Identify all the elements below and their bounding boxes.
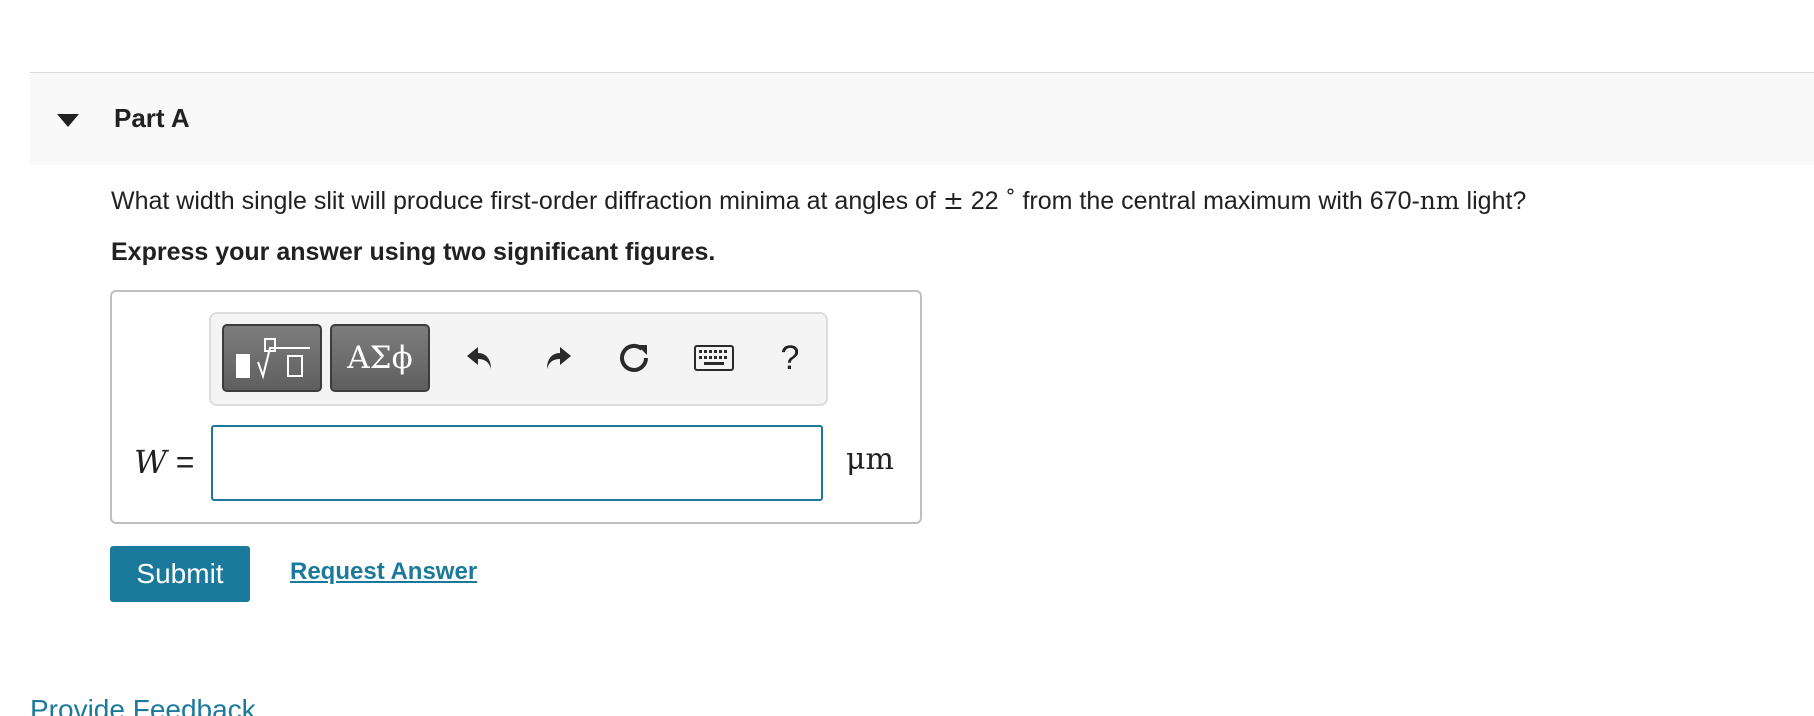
templates-icon: [236, 338, 310, 380]
equals-sign: =: [175, 444, 195, 480]
redo-icon: [547, 347, 571, 369]
question-text-before: What width single slit will produce firs…: [111, 187, 943, 215]
redo-button[interactable]: [533, 332, 583, 384]
plus-minus-symbol: ±: [942, 186, 964, 215]
collapse-caret-icon[interactable]: [57, 114, 79, 127]
reset-button[interactable]: [609, 332, 659, 384]
reset-icon: [620, 343, 648, 372]
question-text-middle: from the central maximum with 670-: [1015, 187, 1420, 215]
degree-symbol: °: [1005, 184, 1016, 208]
question-text-after: light?: [1459, 187, 1527, 215]
angle-value: 22: [970, 187, 999, 215]
help-button[interactable]: ?: [765, 332, 815, 384]
answer-variable: W: [134, 443, 167, 481]
request-answer-link[interactable]: Request Answer: [290, 558, 477, 586]
submit-button[interactable]: Submit: [110, 546, 250, 602]
answer-unit: μm: [846, 442, 894, 477]
greek-symbols-button[interactable]: ΑΣϕ: [330, 324, 430, 392]
answer-variable-label: W =: [134, 443, 194, 481]
answer-box: ΑΣϕ ? W = μm: [110, 290, 922, 524]
instruction-text: Express your answer using two significan…: [111, 238, 716, 266]
page: Part A What width single slit will produ…: [0, 0, 1814, 716]
undo-icon: [467, 347, 491, 369]
templates-button[interactable]: [222, 324, 322, 392]
keyboard-icon: [694, 345, 734, 371]
question-text: What width single slit will produce firs…: [111, 184, 1527, 216]
math-toolbar: ΑΣϕ ?: [209, 312, 828, 406]
provide-feedback-link[interactable]: Provide Feedback: [30, 694, 256, 716]
part-header[interactable]: Part A: [30, 72, 1814, 165]
wavelength-unit: nm: [1419, 186, 1460, 215]
keyboard-button[interactable]: [689, 332, 739, 384]
part-title: Part A: [114, 103, 190, 133]
undo-button[interactable]: [455, 332, 505, 384]
answer-input[interactable]: [211, 425, 823, 501]
